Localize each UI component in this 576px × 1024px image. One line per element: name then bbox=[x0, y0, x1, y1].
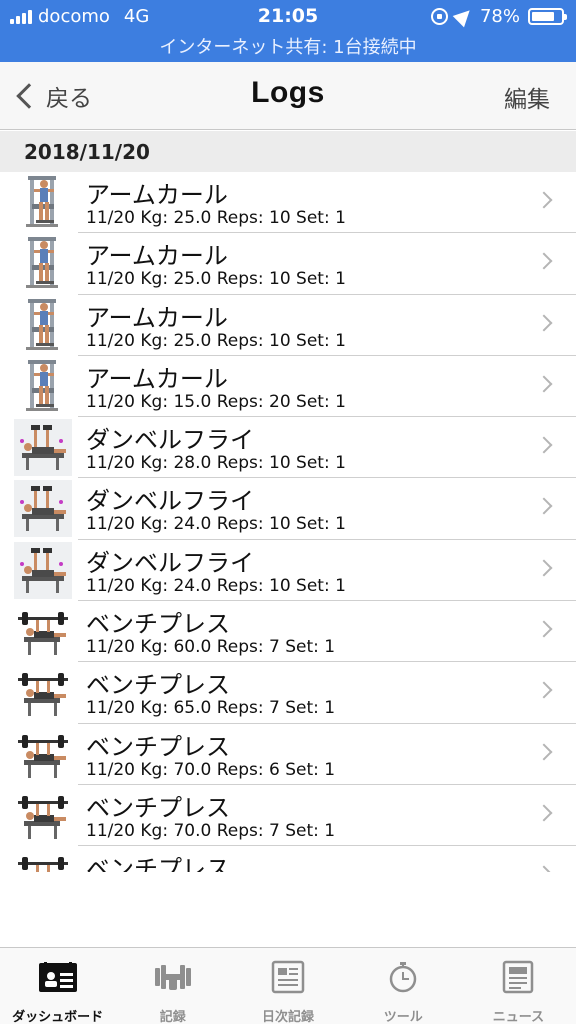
tab-stopwatch[interactable]: ツール bbox=[346, 948, 461, 1024]
bench-press-thumbnail bbox=[14, 848, 72, 872]
bench-press-thumbnail bbox=[14, 603, 72, 661]
tab-label: ニュース bbox=[492, 1010, 545, 1024]
log-row[interactable]: アームカール 11/20 Kg: 25.0 Reps: 10 Set: 1 bbox=[0, 295, 576, 357]
log-row[interactable]: ベンチプレス 11/20 Kg: 70.0 Reps: 6 Set: 1 bbox=[0, 724, 576, 786]
log-detail: 11/20 Kg: 70.0 Reps: 6 Set: 1 bbox=[86, 759, 336, 780]
exercise-name: ダンベルフライ bbox=[86, 487, 254, 516]
log-detail: 11/20 Kg: 28.0 Reps: 10 Set: 1 bbox=[86, 453, 346, 474]
arm-curl-thumbnail bbox=[14, 296, 72, 354]
dumbbell-fly-thumbnail bbox=[14, 419, 72, 477]
chevron-right-icon bbox=[535, 865, 553, 872]
exercise-name: ダンベルフライ bbox=[86, 426, 254, 455]
chevron-right-icon bbox=[535, 620, 553, 638]
chevron-right-icon bbox=[535, 497, 553, 515]
chevron-right-icon bbox=[535, 681, 553, 699]
exercise-name: ベンチプレス bbox=[86, 855, 230, 872]
battery-fill bbox=[532, 11, 554, 21]
exercise-name: アームカール bbox=[86, 181, 228, 209]
log-row[interactable]: ベンチプレス bbox=[0, 846, 576, 872]
status-bar: docomo 4G 21:05 78% インターネット共有: 1台接続中 bbox=[0, 0, 576, 62]
rotation-lock-icon bbox=[430, 7, 448, 25]
tab-dumbbell[interactable]: 記録 bbox=[115, 948, 230, 1024]
chevron-right-icon bbox=[535, 436, 553, 454]
tab-daily-log[interactable]: 日次記録 bbox=[230, 948, 345, 1024]
location-arrow-icon bbox=[452, 4, 476, 28]
log-row[interactable]: アームカール 11/20 Kg: 25.0 Reps: 10 Set: 1 bbox=[0, 233, 576, 295]
log-row[interactable]: ダンベルフライ 11/20 Kg: 24.0 Reps: 10 Set: 1 bbox=[0, 540, 576, 602]
exercise-name: ベンチプレス bbox=[86, 671, 230, 700]
section-header-date: 2018/11/20 bbox=[0, 131, 576, 172]
log-row[interactable]: アームカール 11/20 Kg: 15.0 Reps: 20 Set: 1 bbox=[0, 356, 576, 418]
chevron-right-icon bbox=[535, 314, 553, 332]
log-detail: 11/20 Kg: 60.0 Reps: 7 Set: 1 bbox=[86, 637, 336, 658]
chevron-right-icon bbox=[535, 191, 553, 209]
exercise-name: アームカール bbox=[86, 364, 228, 393]
log-detail: 11/20 Kg: 25.0 Reps: 10 Set: 1 bbox=[86, 208, 346, 228]
stopwatch-icon bbox=[383, 960, 423, 994]
daily-log-icon bbox=[268, 960, 308, 994]
chevron-right-icon bbox=[535, 559, 553, 577]
tab-label: ツール bbox=[383, 1010, 423, 1024]
dumbbell-fly-thumbnail bbox=[14, 480, 72, 538]
log-row[interactable]: ダンベルフライ 11/20 Kg: 24.0 Reps: 10 Set: 1 bbox=[0, 478, 576, 541]
exercise-name: アームカール bbox=[86, 242, 228, 271]
bench-press-thumbnail bbox=[14, 725, 72, 783]
log-row[interactable]: ダンベルフライ 11/20 Kg: 28.0 Reps: 10 Set: 1 bbox=[0, 417, 576, 479]
battery-percent: 78% bbox=[479, 5, 520, 27]
tab-label: 記録 bbox=[159, 1010, 186, 1024]
log-detail: 11/20 Kg: 15.0 Reps: 20 Set: 1 bbox=[86, 391, 346, 412]
page-title: Logs bbox=[251, 76, 325, 109]
tab-label: 日次記録 bbox=[262, 1010, 315, 1024]
exercise-name: ベンチプレス bbox=[86, 793, 230, 822]
news-icon bbox=[498, 960, 538, 994]
log-row[interactable]: ベンチプレス 11/20 Kg: 70.0 Reps: 7 Set: 1 bbox=[0, 785, 576, 847]
tab-bar: ダッシュボード 記録 日次記録 ツール ニュース bbox=[0, 947, 576, 1024]
dumbbell-fly-thumbnail bbox=[14, 541, 72, 599]
status-right: 78% bbox=[430, 4, 567, 28]
log-row[interactable]: ベンチプレス 11/20 Kg: 60.0 Reps: 7 Set: 1 bbox=[0, 601, 576, 663]
exercise-name: ベンチプレス bbox=[86, 732, 230, 761]
log-row[interactable]: ベンチプレス 11/20 Kg: 65.0 Reps: 7 Set: 1 bbox=[0, 662, 576, 724]
dashboard-icon bbox=[38, 960, 78, 994]
tethering-banner[interactable]: インターネット共有: 1台接続中 bbox=[0, 33, 576, 59]
log-detail: 11/20 Kg: 24.0 Reps: 10 Set: 1 bbox=[86, 575, 346, 596]
arm-curl-thumbnail bbox=[14, 357, 72, 415]
exercise-name: アームカール bbox=[86, 303, 228, 332]
dumbbell-icon bbox=[153, 960, 193, 994]
exercise-name: ベンチプレス bbox=[86, 610, 230, 639]
log-row[interactable]: アームカール 11/20 Kg: 25.0 Reps: 10 Set: 1 bbox=[0, 172, 576, 234]
chevron-right-icon bbox=[535, 375, 553, 393]
edit-button[interactable]: 編集 bbox=[504, 80, 550, 114]
log-detail: 11/20 Kg: 24.0 Reps: 10 Set: 1 bbox=[86, 514, 346, 535]
arm-curl-thumbnail bbox=[14, 235, 72, 293]
arm-curl-thumbnail bbox=[14, 174, 72, 231]
log-detail: 11/20 Kg: 25.0 Reps: 10 Set: 1 bbox=[86, 330, 346, 351]
log-detail: 11/20 Kg: 25.0 Reps: 10 Set: 1 bbox=[86, 269, 346, 290]
log-list[interactable]: アームカール 11/20 Kg: 25.0 Reps: 10 Set: 1 アームカ… bbox=[0, 172, 576, 872]
bench-press-thumbnail bbox=[14, 664, 72, 722]
chevron-right-icon bbox=[535, 252, 553, 270]
battery-icon bbox=[528, 7, 567, 25]
log-detail: 11/20 Kg: 65.0 Reps: 7 Set: 1 bbox=[86, 698, 336, 719]
log-detail: 11/20 Kg: 70.0 Reps: 7 Set: 1 bbox=[86, 820, 336, 841]
bench-press-thumbnail bbox=[14, 786, 72, 844]
chevron-right-icon bbox=[535, 743, 553, 761]
tab-dashboard[interactable]: ダッシュボード bbox=[0, 948, 115, 1024]
chevron-right-icon bbox=[535, 804, 553, 822]
tab-label: ダッシュボード bbox=[12, 1010, 104, 1024]
exercise-name: ダンベルフライ bbox=[86, 548, 254, 577]
navigation-bar: 戻る Logs 編集 bbox=[0, 62, 576, 130]
tab-news[interactable]: ニュース bbox=[461, 948, 576, 1024]
